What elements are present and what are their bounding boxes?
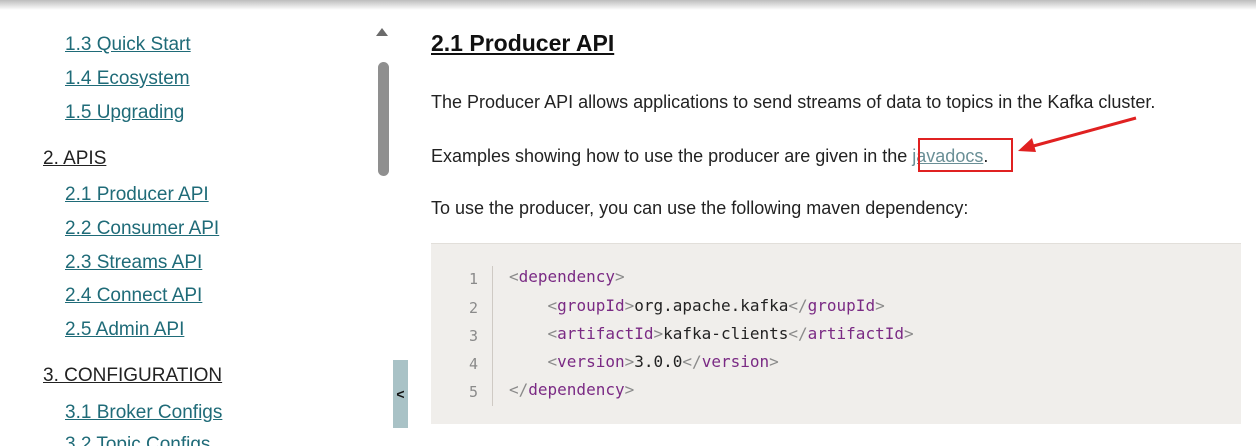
- scroll-up-arrow-icon[interactable]: [376, 28, 388, 36]
- sidebar-link-quick-start[interactable]: 1.3 Quick Start: [65, 34, 191, 56]
- sidebar-link-admin-api[interactable]: 2.5 Admin API: [65, 319, 184, 341]
- sidebar-nav: 1.3 Quick Start 1.4 Ecosystem 1.5 Upgrad…: [0, 0, 376, 446]
- annotation-highlight-box: [918, 138, 1013, 172]
- sidebar-link-broker-configs[interactable]: 3.1 Broker Configs: [65, 402, 222, 424]
- sidebar-link-connect-api[interactable]: 2.4 Connect API: [65, 285, 202, 307]
- sidebar-link-streams-api[interactable]: 2.3 Streams API: [65, 252, 202, 274]
- sidebar-link-ecosystem[interactable]: 1.4 Ecosystem: [65, 68, 190, 90]
- code-line: <groupId>org.apache.kafka</groupId>: [547, 296, 885, 315]
- examples-paragraph: Examples showing how to use the producer…: [431, 146, 988, 167]
- line-number: 5: [468, 383, 478, 401]
- examples-text: Examples showing how to use the producer…: [431, 146, 913, 166]
- code-line: </dependency>: [509, 380, 635, 399]
- line-number: 1: [468, 270, 478, 288]
- collapse-sidebar-button[interactable]: <: [393, 360, 408, 428]
- page-title: 2.1 Producer API: [431, 30, 615, 56]
- code-line: <dependency>: [509, 267, 625, 286]
- sidebar-link-upgrading[interactable]: 1.5 Upgrading: [65, 102, 184, 124]
- line-number: 2: [468, 299, 478, 317]
- sidebar-link-topic-configs[interactable]: 3.2 Topic Configs: [65, 434, 210, 446]
- sidebar-link-producer-api[interactable]: 2.1 Producer API: [65, 184, 209, 206]
- code-line: <version>3.0.0</version>: [547, 352, 779, 371]
- sidebar-link-consumer-api[interactable]: 2.2 Consumer API: [65, 218, 219, 240]
- sidebar-section-apis[interactable]: 2. APIS: [43, 148, 106, 170]
- code-line: <artifactId>kafka-clients</artifactId>: [547, 324, 914, 343]
- code-gutter-divider: [492, 266, 493, 406]
- sidebar-section-configuration[interactable]: 3. CONFIGURATION: [43, 365, 222, 387]
- line-number: 4: [468, 355, 478, 373]
- line-number: 3: [468, 327, 478, 345]
- maven-paragraph: To use the producer, you can use the fol…: [431, 198, 969, 218]
- annotation-arrow-icon: [1018, 116, 1137, 152]
- scrollbar-thumb[interactable]: [378, 62, 389, 176]
